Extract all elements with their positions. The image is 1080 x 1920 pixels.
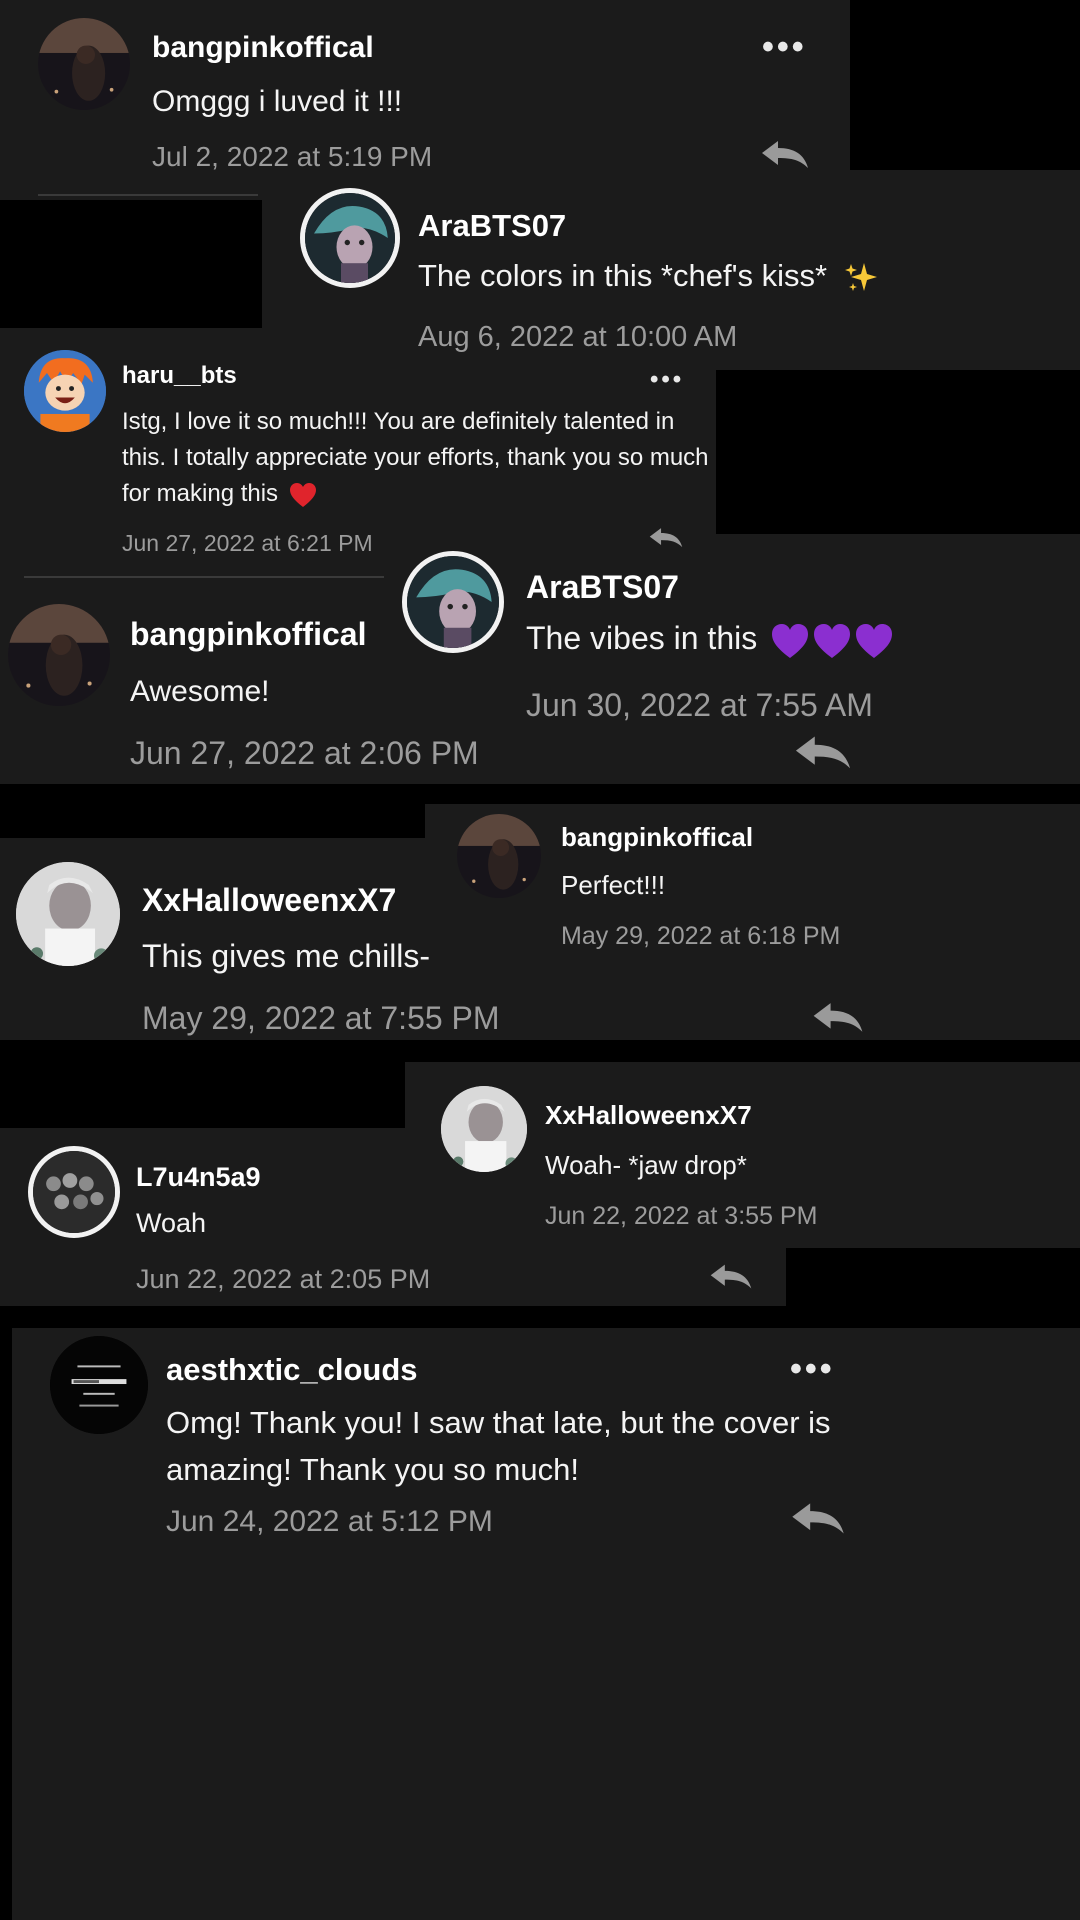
comment-text: This gives me chills- — [142, 938, 431, 974]
comment-text: Woah — [136, 1208, 207, 1238]
comment-timestamp: May 29, 2022 at 7:55 PM — [142, 1000, 500, 1036]
black-cutout — [850, 0, 1080, 170]
black-cutout — [786, 1248, 1080, 1306]
comment-username[interactable]: XxHalloweenxX7 — [545, 1100, 752, 1131]
black-cutout — [0, 784, 1080, 804]
comment-panel-2: AraBTS07 The colors in this *chef's kiss… — [262, 172, 1080, 360]
black-cutout — [716, 370, 1080, 534]
reply-icon[interactable] — [708, 1262, 754, 1292]
reply-icon[interactable] — [810, 1000, 866, 1036]
user-avatar[interactable] — [16, 862, 120, 966]
black-cutout — [0, 200, 262, 328]
comment-timestamp: Jun 22, 2022 at 3:55 PM — [545, 1202, 818, 1230]
comment-text-body: Istg, I love it so much!!! You are defin… — [122, 408, 709, 507]
comment-username[interactable]: AraBTS07 — [526, 569, 679, 607]
comment-timestamp: Jun 30, 2022 at 7:55 AM — [526, 687, 873, 723]
comment-text: Awesome! — [130, 675, 270, 708]
comment-text: Istg, I love it so much!!! You are defin… — [122, 404, 712, 512]
user-avatar[interactable] — [457, 814, 541, 898]
comment-username[interactable]: XxHalloweenxX7 — [142, 882, 396, 920]
red-heart-emoji-icon — [289, 482, 317, 508]
divider — [38, 194, 258, 196]
comment-panel-6: bangpinkoffical Perfect!!! May 29, 2022 … — [425, 804, 1080, 968]
comment-text: The vibes in this — [526, 620, 894, 660]
black-cutout — [0, 1306, 1080, 1328]
comment-timestamp: Jun 22, 2022 at 2:05 PM — [136, 1264, 431, 1294]
user-avatar[interactable] — [38, 18, 130, 110]
comment-text-body: The vibes in this — [526, 620, 758, 656]
comment-username[interactable]: haru__bts — [122, 362, 237, 390]
purple-hearts-emoji-icon — [770, 622, 894, 660]
black-cutout — [0, 804, 425, 838]
comment-panel-4: AraBTS07 The vibes in this Jun 30, 2022 … — [390, 535, 1080, 783]
user-avatar[interactable] — [50, 1336, 148, 1434]
comment-timestamp: Jun 24, 2022 at 5:12 PM — [166, 1505, 493, 1538]
reply-icon[interactable] — [760, 138, 810, 172]
black-cutout — [0, 1328, 12, 1920]
divider — [24, 576, 384, 578]
comment-text: Omg! Thank you! I saw that late, but the… — [166, 1405, 831, 1487]
comment-timestamp: May 29, 2022 at 6:18 PM — [561, 922, 841, 950]
reply-icon[interactable] — [792, 733, 854, 773]
more-options-icon[interactable]: ••• — [762, 30, 807, 64]
comment-timestamp: Jun 27, 2022 at 6:21 PM — [122, 530, 373, 556]
comment-panel-8: XxHalloweenxX7 Woah- *jaw drop* Jun 22, … — [405, 1062, 1080, 1248]
more-options-icon[interactable]: ••• — [650, 368, 684, 392]
black-cutout — [0, 1040, 1080, 1062]
comment-username[interactable]: bangpinkoffical — [152, 30, 374, 65]
comment-text-body: The colors in this *chef's kiss* — [418, 258, 828, 293]
comment-username[interactable]: AraBTS07 — [418, 208, 566, 245]
comment-timestamp: Jun 27, 2022 at 2:06 PM — [130, 735, 479, 771]
black-cutout — [0, 1062, 405, 1128]
user-avatar[interactable] — [402, 551, 504, 653]
comment-text: The colors in this *chef's kiss* — [418, 258, 878, 295]
comment-timestamp: Jul 2, 2022 at 5:19 PM — [152, 141, 433, 172]
more-options-icon[interactable]: ••• — [790, 1352, 835, 1386]
reply-icon[interactable] — [790, 1500, 846, 1538]
user-avatar[interactable] — [8, 604, 110, 706]
comment-username[interactable]: L7u4n5a9 — [136, 1162, 261, 1194]
user-avatar[interactable] — [441, 1086, 527, 1172]
user-avatar[interactable] — [300, 188, 400, 288]
sparkles-emoji-icon — [844, 261, 878, 295]
comment-panel-1: bangpinkoffical Omggg i luved it !!! Jul… — [0, 0, 850, 188]
comment-username[interactable]: aesthxtic_clouds — [166, 1352, 418, 1389]
comment-text: Omggg i luved it !!! — [152, 85, 403, 118]
comment-text: Woah- *jaw drop* — [545, 1150, 747, 1180]
user-avatar[interactable] — [28, 1146, 120, 1238]
comment-panel-10: aesthxtic_clouds Omg! Thank you! I saw t… — [12, 1328, 1080, 1920]
comment-text: Perfect!!! — [561, 870, 666, 900]
comment-username[interactable]: bangpinkoffical — [130, 616, 366, 654]
comment-username[interactable]: bangpinkoffical — [561, 822, 753, 853]
user-avatar[interactable] — [24, 350, 106, 432]
